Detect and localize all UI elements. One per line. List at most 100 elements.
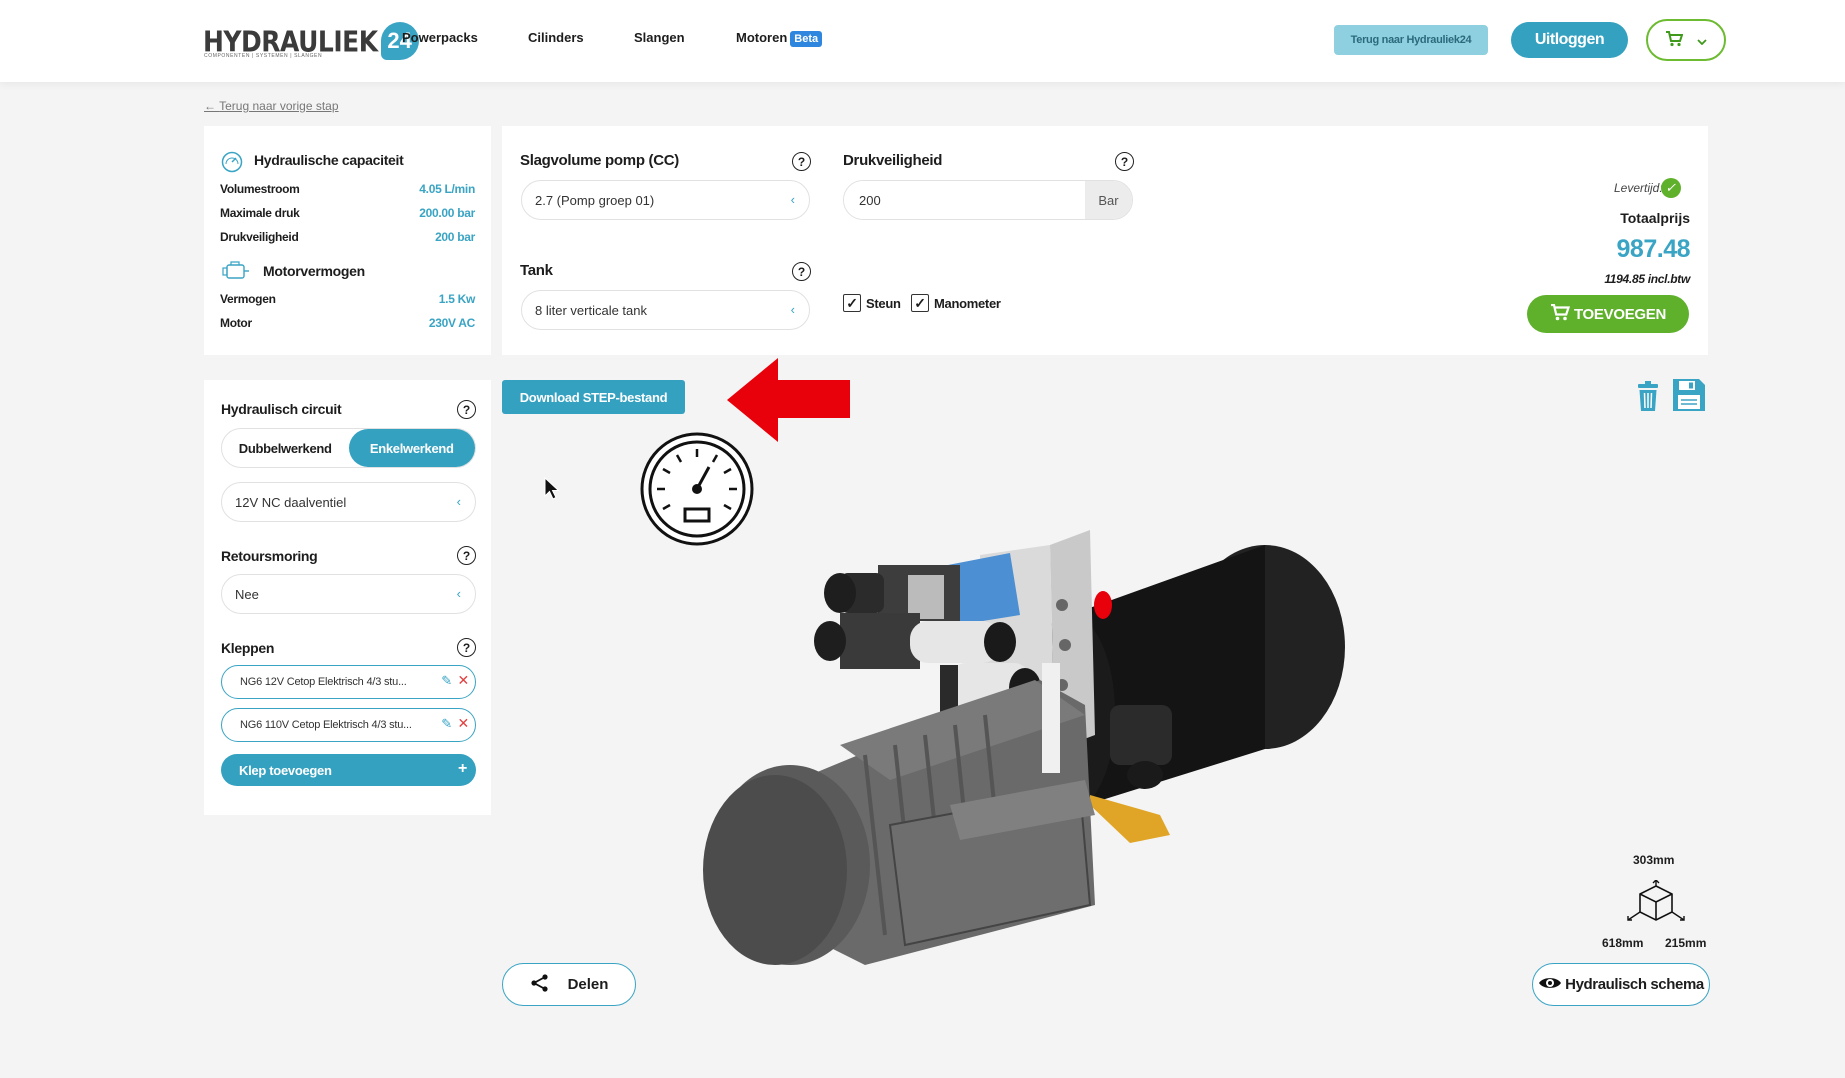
chevron-left-icon: ‹ [790,302,795,317]
return-title: Retoursmoring [221,548,318,564]
tank-label: Tank [520,262,553,279]
share-button[interactable]: Delen [502,963,636,1006]
share-icon [530,973,550,997]
help-icon[interactable]: ? [792,262,811,281]
logo[interactable]: HYDRAULIEK 24 COMPONENTEN | SYSTEMEN | S… [203,20,419,62]
pencil-icon[interactable]: ✎ [441,716,452,732]
return-select-value: Nee [235,586,259,602]
cart-icon [1550,303,1570,325]
help-icon[interactable]: ? [457,400,476,419]
nav-motoren[interactable]: Motoren Beta [736,30,823,47]
download-step-button[interactable]: Download STEP-bestand [502,380,685,414]
pressure-input[interactable] [844,181,1085,219]
capacity-panel: Hydraulische capaciteit Volumestroom 4.0… [204,126,491,355]
eye-icon [1538,975,1562,995]
plus-icon: + [457,760,467,777]
help-icon[interactable]: ? [792,152,811,171]
capacity-value: 200.00 bar [419,206,475,220]
valve-item[interactable]: NG6 12V Cetop Elektrisch 4/3 stu... ✎ ✕ [221,665,476,699]
valve-item-label: NG6 12V Cetop Elektrisch 4/3 stu... [240,676,407,688]
powerpack-3d-model[interactable] [690,505,1360,970]
valve-item[interactable]: NG6 110V Cetop Elektrisch 4/3 stu... ✎ ✕ [221,708,476,742]
beta-badge: Beta [790,31,823,47]
add-valve-label: Klep toevoegen [239,762,332,778]
manometer-checkbox[interactable]: ✓ Manometer [911,294,1001,312]
save-icon[interactable] [1672,378,1706,417]
pressure-label: Drukveiligheid [843,152,943,169]
close-icon[interactable]: ✕ [457,715,469,732]
manometer-label: Manometer [934,295,1001,311]
tank-select-value: 8 liter verticale tank [535,302,647,318]
add-to-cart-label: TOEVOEGEN [1573,305,1667,323]
option-dubbelwerkend[interactable]: Dubbelwerkend [222,429,349,467]
add-valve-button[interactable]: Klep toevoegen + [221,754,476,786]
chevron-left-icon: ‹ [790,192,795,207]
capacity-label: Volumestroom [220,182,300,196]
dimension-width: 215mm [1665,936,1707,950]
option-enkelwerkend[interactable]: Enkelwerkend [348,429,475,467]
cube-dimensions-icon [1622,879,1690,935]
nav-cilinders[interactable]: Cilinders [528,30,584,45]
cart-button[interactable] [1646,19,1726,61]
pressure-unit: Bar [1085,181,1132,219]
share-label: Delen [567,976,609,993]
delivery-time: Levertijd: ✓ [1614,178,1681,198]
motor-title: Motorvermogen [263,263,365,279]
circuit-title: Hydraulisch circuit [221,401,342,417]
mouse-cursor-icon [544,476,560,506]
help-icon[interactable]: ? [457,546,476,565]
nav-slangen[interactable]: Slangen [634,30,685,45]
checkmark-icon: ✓ [843,294,861,312]
help-icon[interactable]: ? [1115,152,1134,171]
cart-icon [1665,30,1684,50]
checkmark-icon: ✓ [911,294,929,312]
nav-motoren-label: Motoren [736,30,788,45]
motor-icon [221,260,251,287]
back-to-previous-step-link[interactable]: ← Terug naar vorige stap [204,99,339,113]
pencil-icon[interactable]: ✎ [441,673,452,689]
nav-powerpacks[interactable]: Powerpacks [402,30,478,45]
capacity-value: 200 bar [435,230,475,244]
hydraulic-schema-button[interactable]: Hydraulisch schema [1532,963,1710,1006]
add-to-cart-button[interactable]: TOEVOEGEN [1527,295,1689,333]
chevron-down-icon [1697,32,1707,48]
motor-label: Vermogen [220,292,276,306]
gauge-icon [221,151,243,178]
valves-title: Kleppen [221,640,275,656]
pressure-input-group: Bar [843,180,1133,220]
check-circle-icon: ✓ [1660,178,1681,198]
top-header: HYDRAULIEK 24 COMPONENTEN | SYSTEMEN | S… [0,0,1845,82]
motor-value: 230V AC [428,316,475,330]
pump-select[interactable]: 2.7 (Pomp groep 01) ‹ [521,180,810,220]
trash-icon[interactable] [1636,380,1660,417]
total-label: Totaalprijs [1620,210,1690,226]
delivery-time-label: Levertijd: [1614,181,1663,195]
chevron-left-icon: ‹ [456,494,461,509]
valve-item-label: NG6 110V Cetop Elektrisch 4/3 stu... [240,719,412,731]
capacity-label: Maximale druk [220,206,300,220]
lowering-valve-value: 12V NC daalventiel [235,494,347,510]
capacity-value: 4.05 L/min [419,182,475,196]
logo-subtitle: COMPONENTEN | SYSTEMEN | SLANGEN [204,53,323,59]
pump-label: Slagvolume pomp (CC) [520,152,680,169]
close-icon[interactable]: ✕ [457,672,469,689]
circuit-toggle: Dubbelwerkend Enkelwerkend [221,428,476,468]
steun-label: Steun [866,295,901,311]
total-price: 987.48 [1616,235,1691,263]
capacity-title: Hydraulische capaciteit [254,152,404,168]
steun-checkbox[interactable]: ✓ Steun [843,294,901,312]
return-select[interactable]: Nee ‹ [221,574,476,614]
logout-button[interactable]: Uitloggen [1511,22,1628,58]
capacity-label: Drukveiligheid [220,230,299,244]
back-to-hydrauliek24-button[interactable]: Terug naar Hydrauliek24 [1334,25,1488,55]
pump-select-value: 2.7 (Pomp groep 01) [535,192,655,208]
lowering-valve-select[interactable]: 12V NC daalventiel ‹ [221,482,476,522]
dimension-length: 618mm [1602,936,1644,950]
help-icon[interactable]: ? [457,638,476,657]
back-link-label: Terug naar vorige stap [219,99,339,113]
chevron-left-icon: ‹ [456,586,461,601]
tank-select[interactable]: 8 liter verticale tank ‹ [521,290,810,330]
hydraulic-schema-label: Hydraulisch schema [1565,976,1704,993]
total-incl-vat: 1194.85 incl.btw [1604,272,1690,286]
motor-value: 1.5 Kw [438,292,476,306]
